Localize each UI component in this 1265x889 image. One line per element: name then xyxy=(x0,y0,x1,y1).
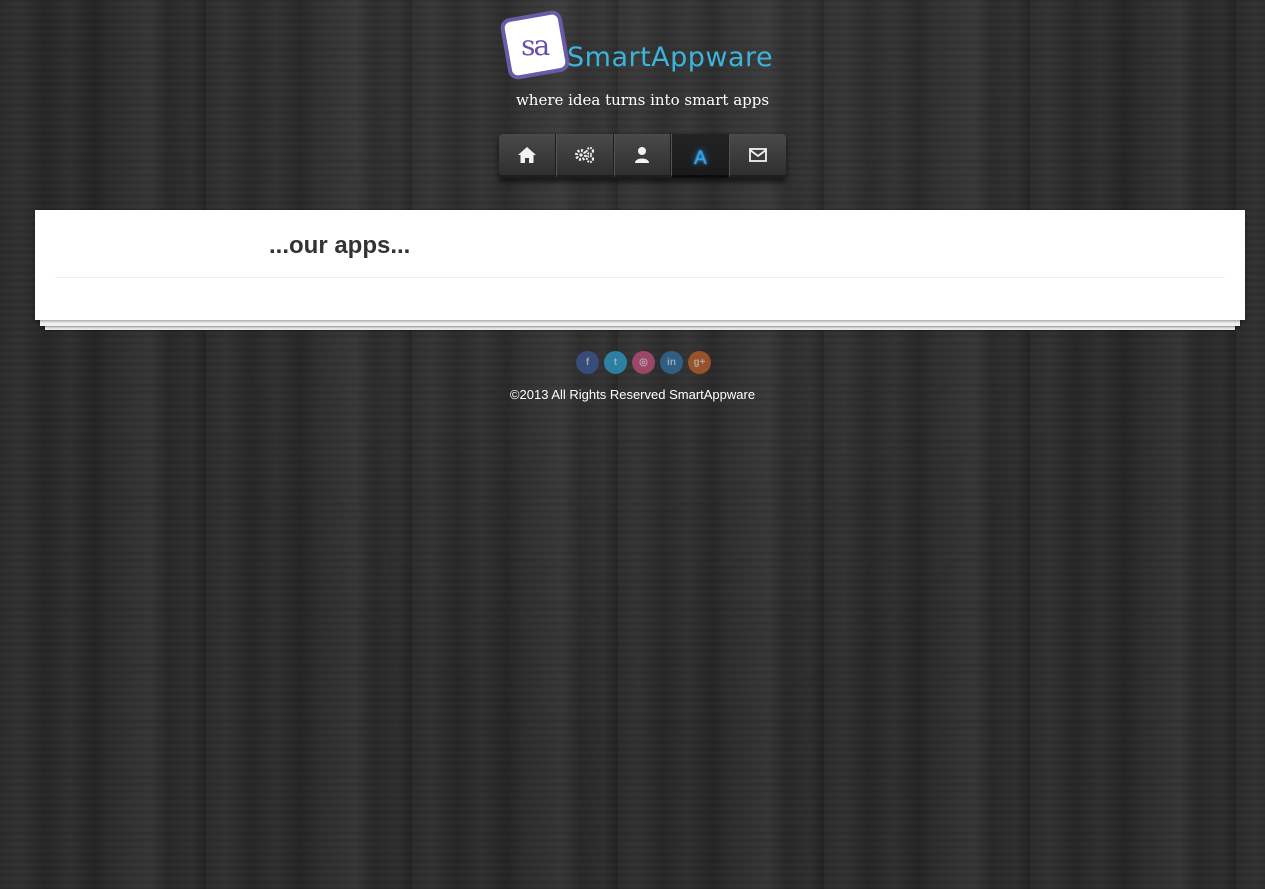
dribbble-glyph: ◎ xyxy=(639,357,648,368)
twitter-glyph: t xyxy=(613,357,618,368)
home-icon xyxy=(517,146,536,163)
dribbble-icon[interactable]: ◎ xyxy=(632,351,655,374)
social-links: f t ◎ in g+ xyxy=(576,351,711,374)
tagline: where idea turns into smart apps xyxy=(515,91,770,109)
nav-services[interactable] xyxy=(555,134,614,178)
user-icon xyxy=(635,146,650,163)
linkedin-icon[interactable]: in xyxy=(660,351,683,374)
nav-home[interactable] xyxy=(499,134,556,178)
googleplus-icon[interactable]: g+ xyxy=(688,351,711,374)
title-divider xyxy=(55,277,1225,278)
twitter-icon[interactable]: t xyxy=(604,351,627,374)
site-header: sa SmartAppware where idea turns into sm… xyxy=(0,0,1265,210)
nav-apps[interactable]: A xyxy=(671,134,730,178)
gears-icon xyxy=(574,146,594,163)
content-panel: ...our apps... xyxy=(35,210,1245,320)
nav-about[interactable] xyxy=(613,134,672,178)
linkedin-glyph: in xyxy=(667,357,676,368)
facebook-glyph: f xyxy=(585,357,590,368)
nav-contact[interactable] xyxy=(729,134,786,178)
logo-badge-icon: sa xyxy=(499,9,571,81)
copyright-text: ©2013 All Rights Reserved SmartAppware xyxy=(509,387,756,402)
page-title: ...our apps... xyxy=(269,232,411,259)
brand-name: SmartAppware xyxy=(567,42,774,73)
googleplus-glyph: g+ xyxy=(693,357,706,368)
main-navigation: A xyxy=(499,134,786,178)
logo-mark: sa xyxy=(521,28,549,62)
facebook-icon[interactable]: f xyxy=(576,351,599,374)
envelope-icon xyxy=(749,147,767,162)
apps-icon: A xyxy=(693,147,707,169)
site-logo[interactable]: sa SmartAppware xyxy=(499,9,790,82)
content-panel-stack: ...our apps... xyxy=(35,210,1245,330)
